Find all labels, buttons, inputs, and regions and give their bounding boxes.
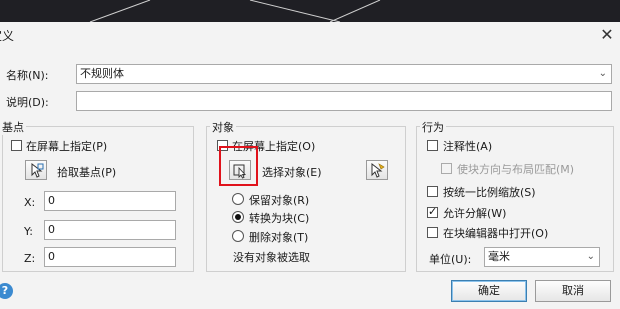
selection-status-text: 没有对象被选取 — [233, 251, 310, 264]
match-orientation-label: 使块方向与布局匹配(M) — [457, 163, 575, 176]
drawing-lines — [89, 0, 381, 22]
units-label: 单位(U): — [429, 253, 472, 266]
behavior-group-title: 行为 — [420, 119, 446, 135]
name-value: 不规则体 — [80, 67, 124, 80]
chevron-down-icon[interactable]: ⌄ — [599, 66, 607, 82]
pick-point-icon — [31, 162, 44, 178]
ok-button[interactable]: 确定 — [451, 280, 527, 302]
open-in-editor-label: 在块编辑器中打开(O) — [443, 227, 549, 240]
x-label: X: — [24, 196, 36, 209]
close-icon[interactable]: ✕ — [597, 25, 617, 45]
cancel-button[interactable]: 取消 — [535, 280, 611, 302]
scale-uniformly-label: 按统一比例缩放(S) — [443, 186, 536, 199]
allow-explode-checkbox[interactable] — [427, 205, 438, 218]
retain-radio[interactable] — [232, 193, 244, 205]
scale-uniformly-checkbox[interactable] — [427, 186, 438, 197]
y-input[interactable]: 0 — [44, 220, 176, 240]
pick-basepoint-button[interactable] — [25, 160, 47, 180]
convert-radio[interactable] — [232, 211, 244, 223]
background-drawing-area — [0, 0, 620, 22]
name-combobox[interactable]: 不规则体 ⌄ — [76, 64, 612, 84]
z-input[interactable]: 0 — [44, 247, 176, 267]
delete-radio[interactable] — [232, 230, 244, 242]
annotative-label: 注释性(A) — [443, 140, 493, 153]
units-select[interactable]: 毫米 ⌄ — [484, 247, 600, 267]
units-value: 毫米 — [488, 250, 510, 263]
chevron-down-icon[interactable]: ⌄ — [587, 249, 595, 265]
basepoint-specify-checkbox[interactable] — [11, 140, 22, 151]
objects-group-title: 对象 — [210, 119, 236, 135]
highlight-box — [219, 146, 258, 186]
x-input[interactable]: 0 — [44, 191, 176, 211]
match-orientation-checkbox[interactable] — [441, 163, 452, 174]
select-objects-label: 选择对象(E) — [262, 166, 322, 179]
annotative-checkbox[interactable] — [427, 140, 438, 151]
basepoint-group-title: 基点 — [0, 119, 26, 135]
dialog-title: 块定义 — [0, 29, 15, 43]
basepoint-specify-label: 在屏幕上指定(P) — [26, 140, 108, 153]
description-input[interactable] — [76, 91, 612, 111]
name-label: 名称(N): — [6, 69, 49, 82]
pick-basepoint-label: 拾取基点(P) — [57, 166, 117, 179]
open-in-editor-checkbox[interactable] — [427, 227, 438, 238]
quick-select-icon — [371, 162, 385, 178]
z-label: Z: — [24, 252, 36, 265]
quick-select-button[interactable] — [366, 160, 388, 180]
delete-label: 删除对象(T) — [249, 231, 309, 244]
allow-explode-label: 允许分解(W) — [443, 207, 507, 220]
y-label: Y: — [24, 225, 33, 238]
convert-label: 转换为块(C) — [249, 212, 310, 225]
description-label: 说明(D): — [6, 96, 49, 109]
retain-label: 保留对象(R) — [249, 194, 310, 207]
